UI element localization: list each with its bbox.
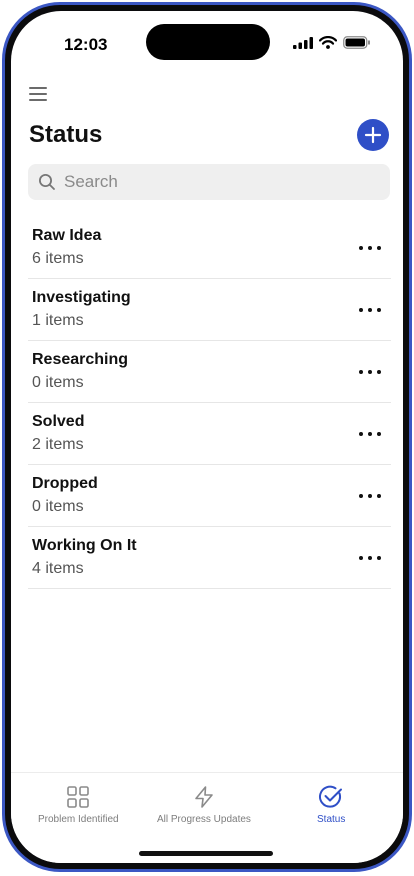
check-circle-icon — [319, 785, 343, 808]
plus-icon — [364, 126, 382, 144]
screen: 12:03 Status Search Raw Idea 6 items Inv… — [11, 11, 403, 863]
more-options-icon[interactable] — [359, 363, 381, 381]
page-title: Status — [29, 121, 103, 148]
status-name: Dropped — [32, 475, 98, 492]
status-list: Raw Idea 6 items Investigating 1 items R… — [28, 217, 391, 589]
status-time: 12:03 — [64, 35, 108, 54]
more-options-icon[interactable] — [359, 239, 381, 257]
home-indicator[interactable] — [139, 851, 273, 856]
tab-problem-identified[interactable]: Problem Identified — [38, 785, 119, 825]
lightning-icon — [195, 786, 213, 808]
status-count: 0 items — [32, 374, 84, 391]
menu-line — [29, 99, 47, 101]
status-count: 2 items — [32, 436, 84, 453]
status-row-working-on-it[interactable]: Working On It 4 items — [28, 527, 391, 589]
status-row-investigating[interactable]: Investigating 1 items — [28, 279, 391, 341]
wifi-icon — [319, 36, 337, 49]
status-row-solved[interactable]: Solved 2 items — [28, 403, 391, 465]
device-bezel: 12:03 Status Search Raw Idea 6 items Inv… — [5, 5, 409, 869]
status-count: 1 items — [32, 312, 84, 329]
battery-icon — [343, 36, 370, 49]
menu-line — [29, 87, 47, 89]
hamburger-menu-icon[interactable] — [29, 85, 51, 103]
search-bar[interactable] — [28, 164, 390, 200]
status-bar: 12:03 — [11, 11, 403, 67]
status-count: 4 items — [32, 560, 84, 577]
dynamic-island — [146, 24, 270, 60]
more-options-icon[interactable] — [359, 549, 381, 567]
tab-status[interactable]: Status — [317, 785, 345, 825]
tab-label: Problem Identified — [38, 814, 119, 825]
add-status-button[interactable] — [357, 119, 389, 151]
search-input[interactable] — [64, 172, 364, 192]
menu-line — [29, 93, 47, 95]
cellular-signal-icon — [293, 36, 313, 49]
status-name: Researching — [32, 351, 129, 368]
status-row-researching[interactable]: Researching 0 items — [28, 341, 391, 403]
device-frame: 12:03 Status Search Raw Idea 6 items Inv… — [2, 2, 412, 872]
tab-bar: Problem Identified All Progress Updates … — [11, 772, 403, 863]
more-options-icon[interactable] — [359, 425, 381, 443]
grid-icon — [67, 786, 90, 808]
tab-label: Status — [317, 814, 346, 825]
status-name: Working On It — [32, 537, 137, 554]
tab-all-progress-updates[interactable]: All Progress Updates — [157, 785, 251, 825]
status-icons — [293, 36, 371, 49]
status-name: Investigating — [32, 289, 131, 306]
status-row-raw-idea[interactable]: Raw Idea 6 items — [28, 217, 391, 279]
more-options-icon[interactable] — [359, 301, 381, 319]
status-count: 6 items — [32, 250, 84, 267]
status-row-dropped[interactable]: Dropped 0 items — [28, 465, 391, 527]
status-name: Solved — [32, 413, 85, 430]
more-options-icon[interactable] — [359, 487, 381, 505]
tab-label: All Progress Updates — [157, 814, 251, 825]
status-name: Raw Idea — [32, 227, 102, 244]
search-icon — [39, 174, 55, 190]
status-count: 0 items — [32, 498, 84, 515]
